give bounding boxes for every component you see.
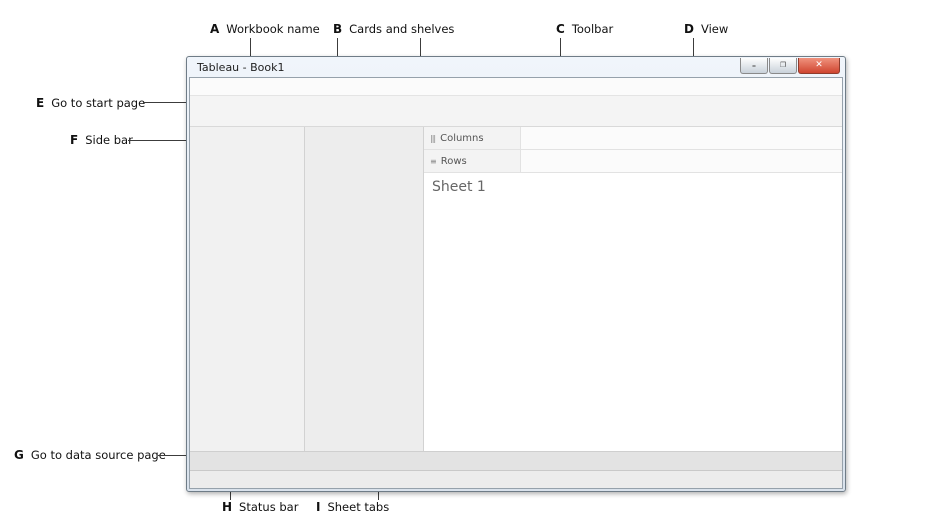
- close-button[interactable]: [798, 57, 840, 74]
- annotation-workbook-name: A Workbook name: [210, 22, 320, 36]
- view-area: ||| Columns ≡ Rows Sheet 1: [424, 127, 842, 451]
- side-bar: [190, 127, 305, 451]
- cards-column: [305, 127, 424, 451]
- annotation-view: D View: [684, 22, 729, 36]
- sheet-area: Sheet 1: [424, 173, 842, 451]
- sheet-title: Sheet 1: [432, 179, 486, 195]
- annotation-sheet-tabs: I Sheet tabs: [316, 500, 390, 514]
- menu-bar: [190, 78, 842, 96]
- annotation-line: [128, 140, 193, 141]
- annotation-data-source: G Go to data source page: [14, 448, 166, 462]
- rows-shelf[interactable]: ≡ Rows: [424, 150, 842, 173]
- rows-shelf-label: ≡ Rows: [424, 150, 521, 172]
- annotation-status-bar: H Status bar: [222, 500, 299, 514]
- annotation-cards-shelves: B Cards and shelves: [333, 22, 455, 36]
- title-bar[interactable]: Tableau - Book1: [187, 57, 845, 77]
- status-bar: [190, 470, 842, 488]
- window-body: ||| Columns ≡ Rows Sheet 1: [189, 77, 843, 489]
- toolbar: [190, 96, 842, 127]
- window-title: Tableau - Book1: [197, 60, 285, 74]
- minimize-button[interactable]: [740, 57, 768, 74]
- page: { "annotations": { "a": {"letter": "A", …: [0, 0, 930, 524]
- annotation-side-bar: F Side bar: [70, 133, 133, 147]
- columns-shelf[interactable]: ||| Columns: [424, 127, 842, 150]
- main-area: ||| Columns ≡ Rows Sheet 1: [190, 127, 842, 451]
- sheet-tabs-bar: [190, 451, 842, 470]
- maximize-button[interactable]: [769, 57, 797, 74]
- rows-icon: ≡: [430, 156, 437, 166]
- tableau-window: Tableau - Book1 |||Columns ≡Rows: [186, 56, 846, 492]
- window-controls: [739, 57, 840, 74]
- columns-icon: |||: [430, 133, 436, 143]
- columns-shelf-label: ||| Columns: [424, 127, 521, 149]
- annotation-go-to-start: E Go to start page: [36, 96, 146, 110]
- annotation-toolbar: C Toolbar: [556, 22, 614, 36]
